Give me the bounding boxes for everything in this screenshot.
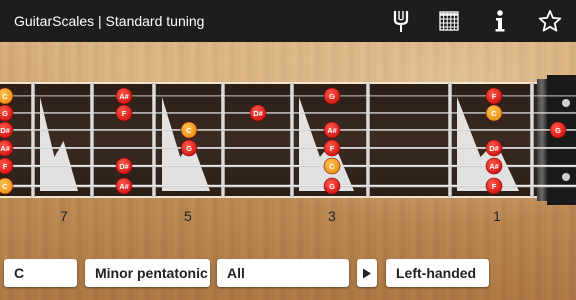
note-label: F xyxy=(492,182,497,191)
fret-number-1: 1 xyxy=(493,208,501,224)
key-selector[interactable]: C xyxy=(4,259,77,287)
note-label: A# xyxy=(119,182,129,191)
fretboard: CGD#A#FCA#FD#A#CGD#GA#FCGFCD#A#FG xyxy=(0,75,576,205)
note-label: A# xyxy=(489,162,499,171)
note-label: F xyxy=(122,109,127,118)
note-label: D# xyxy=(253,109,263,118)
note-label: F xyxy=(3,162,8,171)
headstock-bolt xyxy=(562,173,570,181)
nut xyxy=(537,79,547,201)
fret-wire xyxy=(530,83,534,197)
handedness-value: Left-handed xyxy=(396,265,477,281)
fret-wire xyxy=(152,83,156,197)
root-note-marker: C xyxy=(485,104,503,122)
note-marker: A# xyxy=(485,157,503,175)
fret-number-3: 3 xyxy=(328,208,336,224)
note-label: G xyxy=(2,109,8,118)
note-marker: D# xyxy=(115,157,133,175)
note-marker: G xyxy=(549,121,567,139)
handedness-selector[interactable]: Left-handed xyxy=(386,259,489,287)
note-marker: F xyxy=(485,177,503,195)
note-marker: F xyxy=(115,104,133,122)
play-button[interactable] xyxy=(357,259,377,287)
root-note-marker: C xyxy=(180,121,198,139)
note-marker: F xyxy=(485,87,503,105)
fret-number-7: 7 xyxy=(60,208,68,224)
note-marker: G xyxy=(323,177,341,195)
note-marker: G xyxy=(0,104,14,122)
root-note-marker: C xyxy=(0,177,14,195)
note-label: G xyxy=(186,144,192,153)
key-value: C xyxy=(14,265,25,281)
fret-wire xyxy=(290,83,294,197)
note-label: C xyxy=(186,126,192,135)
position-value: All xyxy=(227,265,245,281)
note-marker: A# xyxy=(115,177,133,195)
note-marker: A# xyxy=(323,121,341,139)
note-marker: G xyxy=(323,87,341,105)
note-label: G xyxy=(329,182,335,191)
note-marker: D# xyxy=(485,139,503,157)
fret-wire xyxy=(31,83,35,197)
position-selector[interactable]: All xyxy=(217,259,349,287)
note-label: G xyxy=(555,126,561,135)
fret-number-5: 5 xyxy=(184,208,192,224)
scale-value: Minor pentatonic xyxy=(95,265,208,281)
note-label: A# xyxy=(119,92,129,101)
note-label: D# xyxy=(0,126,10,135)
note-label: A# xyxy=(327,126,337,135)
note-marker: A# xyxy=(115,87,133,105)
note-label: F xyxy=(492,92,497,101)
play-icon xyxy=(363,268,371,278)
note-marker: F xyxy=(323,139,341,157)
note-label: C xyxy=(491,109,497,118)
note-marker: A# xyxy=(0,139,14,157)
note-marker: G xyxy=(180,139,198,157)
note-label: C xyxy=(329,162,335,171)
root-note-marker: C xyxy=(323,157,341,175)
note-label: A# xyxy=(0,144,10,153)
headstock-bolt xyxy=(562,99,570,107)
note-marker: F xyxy=(0,157,14,175)
note-label: G xyxy=(329,92,335,101)
root-note-marker: C xyxy=(0,87,14,105)
note-label: F xyxy=(330,144,335,153)
fret-wire xyxy=(366,83,370,197)
note-marker: D# xyxy=(0,121,14,139)
note-label: D# xyxy=(119,162,129,171)
fret-wire xyxy=(448,83,452,197)
note-label: C xyxy=(2,92,8,101)
fret-wire xyxy=(221,83,225,197)
note-marker: D# xyxy=(249,104,267,122)
fret-wire xyxy=(90,83,94,197)
note-label: C xyxy=(2,182,8,191)
scale-selector[interactable]: Minor pentatonic xyxy=(85,259,210,287)
note-label: D# xyxy=(489,144,499,153)
